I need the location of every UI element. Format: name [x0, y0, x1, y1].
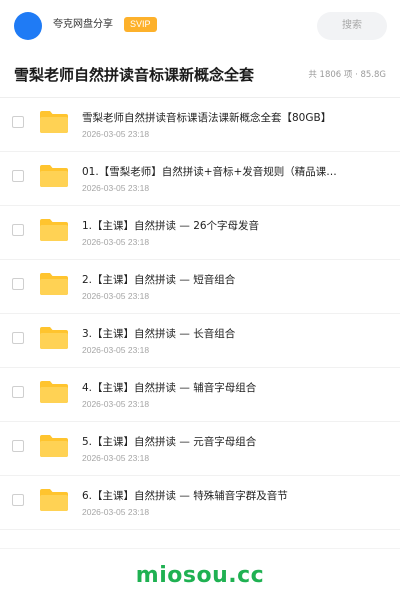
file-name[interactable]: 2.【主课】自然拼读 — 短音组合 — [82, 273, 372, 288]
list-item[interactable]: 5.【主课】自然拼读 — 元音字母组合 2026-03-05 23:18 — [0, 422, 400, 476]
folder-icon — [40, 327, 68, 349]
avatar[interactable] — [14, 12, 42, 40]
list-item[interactable]: 01.【雪梨老师】自然拼读+音标+发音规则（精品课… 2026-03-05 23… — [0, 152, 400, 206]
list-item[interactable]: 1.【主课】自然拼读 — 26个字母发音 2026-03-05 23:18 — [0, 206, 400, 260]
vip-badge: SVIP — [124, 17, 157, 32]
share-owner-name: 夸克网盘分享 — [53, 19, 113, 30]
select-checkbox[interactable] — [12, 170, 24, 182]
folder-icon — [40, 165, 68, 187]
select-checkbox[interactable] — [12, 494, 24, 506]
file-date: 2026-03-05 23:18 — [82, 237, 150, 247]
folder-icon — [40, 489, 68, 511]
list-item[interactable]: 6.【主课】自然拼读 — 特殊辅音字群及音节 2026-03-05 23:18 — [0, 476, 400, 530]
site-watermark: miosou.cc — [135, 563, 265, 588]
file-name[interactable]: 4.【主课】自然拼读 — 辅音字母组合 — [82, 381, 372, 396]
select-checkbox[interactable] — [12, 224, 24, 236]
file-name[interactable]: 1.【主课】自然拼读 — 26个字母发音 — [82, 219, 372, 234]
search-button[interactable]: 搜索 — [317, 12, 387, 40]
page-title: 雪梨老师自然拼读音标课新概念全套 — [14, 66, 255, 84]
file-name[interactable]: 6.【主课】自然拼读 — 特殊辅音字群及音节 — [82, 489, 372, 504]
file-name[interactable]: 5.【主课】自然拼读 — 元音字母组合 — [82, 435, 372, 450]
file-date: 2026-03-05 23:18 — [82, 291, 150, 301]
select-checkbox[interactable] — [12, 440, 24, 452]
folder-icon — [40, 111, 68, 133]
file-name[interactable]: 01.【雪梨老师】自然拼读+音标+发音规则（精品课… — [82, 165, 372, 180]
folder-icon — [40, 273, 68, 295]
file-date: 2026-03-05 23:18 — [82, 183, 150, 193]
file-name[interactable]: 雪梨老师自然拼读音标课语法课新概念全套【80GB】 — [82, 111, 372, 126]
file-date: 2026-03-05 23:18 — [82, 453, 150, 463]
file-name[interactable]: 3.【主课】自然拼读 — 长音组合 — [82, 327, 372, 342]
folder-title-bar: 雪梨老师自然拼读音标课新概念全套 共 1806 项 · 85.8G — [0, 52, 400, 98]
file-date: 2026-03-05 23:18 — [82, 399, 150, 409]
list-item[interactable]: 3.【主课】自然拼读 — 长音组合 2026-03-05 23:18 — [0, 314, 400, 368]
file-date: 2026-03-05 23:18 — [82, 345, 150, 355]
folder-icon — [40, 219, 68, 241]
list-item[interactable]: 2.【主课】自然拼读 — 短音组合 2026-03-05 23:18 — [0, 260, 400, 314]
top-header: 夸克网盘分享 SVIP 搜索 — [0, 0, 400, 53]
folder-item-count: 共 1806 项 · 85.8G — [308, 70, 386, 80]
folder-icon — [40, 381, 68, 403]
file-date: 2026-03-05 23:18 — [82, 129, 150, 139]
select-checkbox[interactable] — [12, 386, 24, 398]
select-checkbox[interactable] — [12, 332, 24, 344]
file-date: 2026-03-05 23:18 — [82, 507, 150, 517]
select-checkbox[interactable] — [12, 116, 24, 128]
list-item[interactable]: 4.【主课】自然拼读 — 辅音字母组合 2026-03-05 23:18 — [0, 368, 400, 422]
folder-icon — [40, 435, 68, 457]
list-item[interactable]: 雪梨老师自然拼读音标课语法课新概念全套【80GB】 2026-03-05 23:… — [0, 98, 400, 152]
select-checkbox[interactable] — [12, 278, 24, 290]
file-list: 雪梨老师自然拼读音标课语法课新概念全套【80GB】 2026-03-05 23:… — [0, 98, 400, 530]
